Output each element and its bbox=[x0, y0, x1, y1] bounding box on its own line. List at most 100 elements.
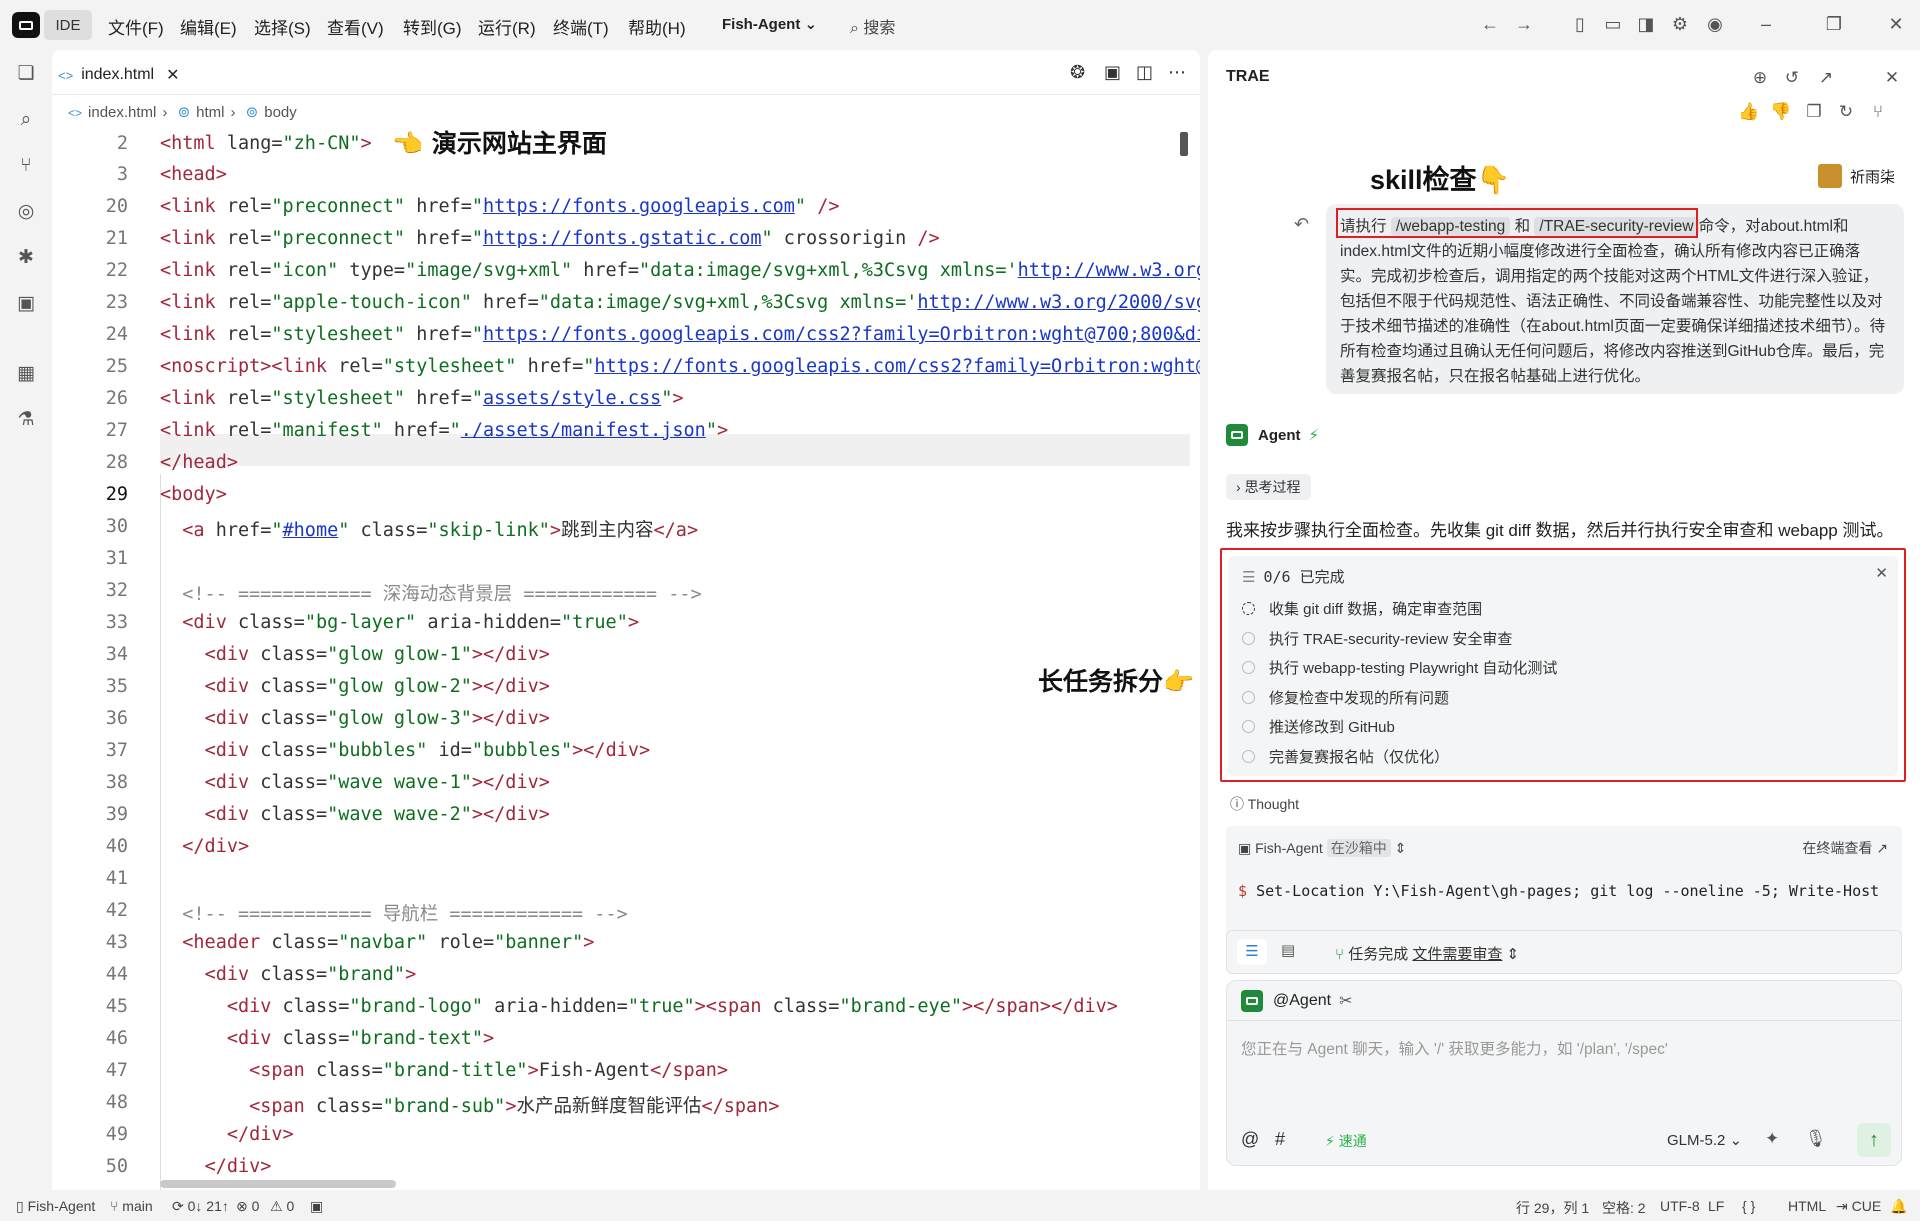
history-icon[interactable]: ↺ bbox=[1782, 68, 1802, 88]
code-line: <div class="wave wave-2"></div> bbox=[204, 804, 550, 825]
language-mode[interactable]: HTML bbox=[1788, 1198, 1826, 1214]
close-panel-icon[interactable]: ✕ bbox=[1882, 68, 1902, 88]
scrollbar-thumb[interactable] bbox=[1180, 132, 1188, 156]
line-number: 48 bbox=[105, 1092, 128, 1113]
close-window-icon[interactable]: ✕ bbox=[1886, 14, 1906, 34]
cue-status[interactable]: ⇥ CUE bbox=[1836, 1198, 1881, 1215]
tools-icon[interactable]: ✂ bbox=[1339, 991, 1352, 1011]
horizontal-scrollbar[interactable] bbox=[160, 1180, 396, 1188]
problems-errors[interactable]: ⊗ 0 bbox=[236, 1198, 259, 1215]
thumbs-up-icon[interactable]: 👍 bbox=[1738, 102, 1759, 122]
line-number: 24 bbox=[105, 324, 128, 345]
review-files-link[interactable]: 文件需要审查 bbox=[1412, 946, 1502, 963]
breadcrumb-file[interactable]: index.html bbox=[88, 104, 156, 121]
agent-mention[interactable]: @Agent bbox=[1273, 992, 1331, 1010]
open-in-terminal-link[interactable]: 在终端查看 ↗ bbox=[1802, 838, 1888, 858]
menu-run[interactable]: 运行(R) bbox=[478, 14, 536, 39]
chat-input-box[interactable]: @Agent ✂ 您正在与 Agent 聊天，输入 '/' 获取更多能力，如 '… bbox=[1226, 980, 1902, 1166]
annotation-main-interface: 👈 演示网站主界面 bbox=[392, 129, 607, 158]
retry-icon[interactable]: ↻ bbox=[1836, 102, 1856, 122]
speed-mode-toggle[interactable]: ⚡ 速通 bbox=[1325, 1131, 1367, 1151]
git-sync[interactable]: ⟳ 0↓ 21↑ bbox=[172, 1198, 229, 1215]
model-selector[interactable]: GLM-5.2 ⌄ bbox=[1667, 1131, 1742, 1149]
settings-gear-icon[interactable]: ⚙ bbox=[1670, 14, 1690, 34]
undo-icon[interactable]: ↶ bbox=[1294, 214, 1309, 235]
git-branch[interactable]: ⑂ main bbox=[110, 1198, 153, 1214]
menu-edit[interactable]: 编辑(E) bbox=[180, 14, 237, 39]
code-line: <link rel="apple-touch-icon" href="data:… bbox=[160, 292, 1200, 313]
toggle-sidebar-icon[interactable]: ▯ bbox=[1570, 14, 1590, 34]
code-line: <a href="#home" class="skip-link">跳到主内容<… bbox=[182, 520, 699, 541]
tab-index-html[interactable]: <> index.html ✕ bbox=[58, 58, 180, 92]
minimize-icon[interactable]: – bbox=[1756, 14, 1776, 34]
branch-icon[interactable]: ⑂ bbox=[1868, 102, 1888, 122]
explorer-icon[interactable]: ❏ bbox=[14, 62, 38, 86]
back-arrow-icon[interactable]: ← bbox=[1480, 14, 1500, 34]
breadcrumb-body[interactable]: body bbox=[264, 104, 297, 121]
source-control-icon[interactable]: ⑂ bbox=[14, 154, 38, 178]
remote-project[interactable]: ▯ Fish-Agent bbox=[16, 1198, 95, 1215]
todo-progress: ☰ 0/6 已完成 bbox=[1242, 568, 1345, 586]
copy-icon[interactable]: ❐ bbox=[1804, 102, 1824, 122]
breadcrumb-html[interactable]: html bbox=[196, 104, 224, 121]
sparkle-icon[interactable]: ✦ bbox=[1765, 1129, 1779, 1149]
ai-chat-icon[interactable]: ❂ bbox=[1070, 62, 1085, 83]
todo-view-icon[interactable]: ☰ bbox=[1237, 939, 1267, 965]
more-actions-icon[interactable]: ⋯ bbox=[1168, 62, 1186, 83]
encoding[interactable]: UTF-8 bbox=[1660, 1198, 1700, 1214]
microphone-icon[interactable]: 🎙 bbox=[1805, 1129, 1827, 1149]
trae-logo-icon bbox=[12, 12, 40, 38]
cursor-position[interactable]: 行 29，列 1 bbox=[1516, 1198, 1589, 1218]
problems-warnings[interactable]: ⚠ 0 bbox=[270, 1198, 294, 1215]
preview-icon[interactable]: ▣ bbox=[1104, 62, 1121, 83]
ide-mode-button[interactable]: IDE bbox=[44, 10, 92, 40]
chevron-down-icon: ⌄ bbox=[804, 16, 818, 33]
agent-reply: 我来按步骤执行全面检查。先收集 git diff 数据，然后并行执行安全审查和 … bbox=[1226, 521, 1894, 540]
menu-terminal[interactable]: 终端(T) bbox=[553, 14, 609, 39]
doc-view-icon[interactable]: ▤ bbox=[1281, 941, 1295, 959]
code-line: <noscript><link rel="stylesheet" href="h… bbox=[160, 356, 1200, 377]
notifications-bell-icon[interactable]: 🔔 bbox=[1890, 1198, 1907, 1215]
split-editor-icon[interactable]: ◫ bbox=[1136, 62, 1153, 83]
toggle-panel-icon[interactable]: ▭ bbox=[1603, 14, 1623, 34]
menu-view[interactable]: 查看(V) bbox=[327, 14, 384, 39]
restore-icon[interactable]: ❐ bbox=[1824, 14, 1844, 34]
debug-bug-icon[interactable]: ✱ bbox=[14, 246, 38, 270]
line-number: 28 bbox=[105, 452, 128, 473]
account-icon[interactable]: ◉ bbox=[1705, 14, 1725, 34]
sandbox-badge[interactable]: 在沙箱中 bbox=[1326, 839, 1391, 857]
line-ending[interactable]: LF bbox=[1708, 1198, 1724, 1214]
open-external-icon[interactable]: ↗ bbox=[1816, 68, 1836, 88]
testing-flask-icon[interactable]: ⚗ bbox=[14, 408, 38, 432]
braces-icon[interactable]: { } bbox=[1742, 1198, 1755, 1214]
code-line: <link rel="preconnect" href="https://fon… bbox=[160, 196, 840, 217]
close-tab-icon[interactable]: ✕ bbox=[166, 65, 179, 85]
at-mention-icon[interactable]: @ bbox=[1241, 1129, 1259, 1150]
code-editor[interactable]: 2 3 20 21 22 23 24 25 26 27 28 29 30 31 … bbox=[52, 128, 1200, 1190]
forward-arrow-icon[interactable]: → bbox=[1514, 14, 1534, 34]
thinking-toggle[interactable]: › 思考过程 bbox=[1226, 474, 1311, 500]
thumbs-down-icon[interactable]: 👎 bbox=[1770, 102, 1791, 122]
menu-selection[interactable]: 选择(S) bbox=[254, 14, 311, 39]
extensions-icon[interactable]: ▦ bbox=[14, 362, 38, 386]
pending-icon bbox=[1242, 750, 1255, 763]
line-number: 37 bbox=[105, 740, 128, 761]
chat-input-placeholder[interactable]: 您正在与 Agent 聊天，输入 '/' 获取更多能力，如 '/plan', '… bbox=[1241, 1037, 1668, 1059]
collapse-icon[interactable]: ✕ bbox=[1875, 564, 1888, 582]
preview-eye-icon[interactable]: ◎ bbox=[14, 200, 38, 224]
agent-icon bbox=[1226, 424, 1248, 446]
menu-file[interactable]: 文件(F) bbox=[108, 14, 164, 39]
terminal-icon[interactable]: ▣ bbox=[310, 1198, 323, 1215]
indentation[interactable]: 空格: 2 bbox=[1602, 1198, 1646, 1218]
new-chat-icon[interactable]: ⊕ bbox=[1750, 68, 1770, 88]
menu-help[interactable]: 帮助(H) bbox=[628, 14, 686, 39]
search-icon[interactable]: ⌕ bbox=[14, 108, 38, 132]
toggle-secondary-icon[interactable]: ◨ bbox=[1636, 14, 1656, 34]
send-button[interactable]: ↑ bbox=[1857, 1123, 1891, 1157]
menu-go[interactable]: 转到(G) bbox=[403, 14, 462, 39]
hashtag-icon[interactable]: # bbox=[1275, 1129, 1285, 1150]
thought-label[interactable]: ⓘ Thought bbox=[1230, 794, 1299, 814]
remote-icon[interactable]: ▣ bbox=[14, 292, 38, 316]
project-switcher[interactable]: Fish-Agent ⌄ bbox=[722, 15, 817, 33]
search-button[interactable]: ⌕ 搜索 bbox=[850, 14, 895, 38]
